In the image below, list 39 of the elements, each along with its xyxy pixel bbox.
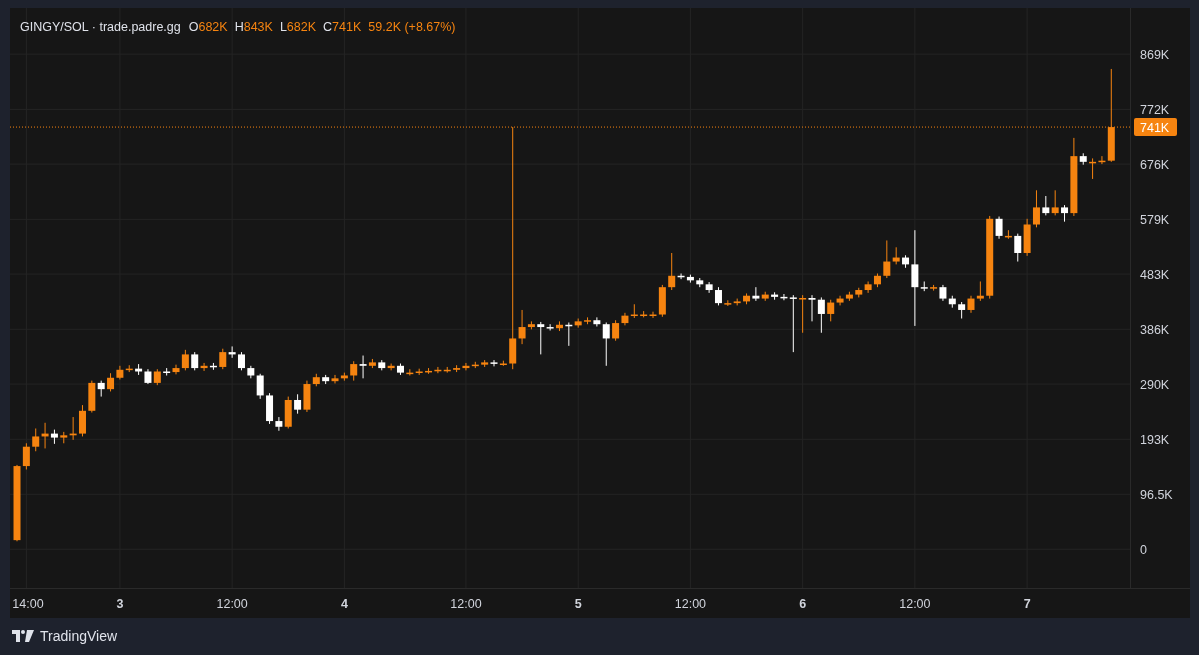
time-axis-label: 6	[799, 597, 807, 611]
candle	[238, 351, 245, 371]
time-axis-label: 3	[116, 597, 124, 611]
candle	[556, 320, 563, 332]
time-axis-label: 5	[574, 597, 582, 611]
ref-line-label: 741K	[1140, 120, 1170, 135]
last-price-badge: 741K	[1134, 118, 1177, 137]
time-axis-label: 12:00	[674, 597, 707, 611]
ohlc-value: 682K	[286, 20, 317, 34]
price-axis-label: 0	[1140, 542, 1147, 557]
price-axis-label: 579K	[1140, 212, 1170, 227]
ohlc-value: 843K	[243, 20, 273, 34]
symbol-title: GINGY/SOL · trade.padre.gg	[20, 20, 181, 34]
price-axis-label: 290K	[1140, 377, 1170, 392]
time-axis-label: 7	[1023, 597, 1031, 611]
time-axis-label: 12:00	[216, 597, 248, 611]
price-axis-label: 869K	[1140, 47, 1170, 62]
price-axis-label: 772K	[1140, 102, 1170, 117]
ohlc-label: H	[234, 20, 244, 34]
logo-icon	[12, 630, 34, 642]
price-change: 59.2K (+8.67%)	[368, 20, 456, 34]
candle	[715, 286, 722, 306]
ohlc-label: O	[188, 20, 199, 34]
price-axis-label: 193K	[1140, 432, 1170, 447]
ohlc-value: 741K	[332, 20, 362, 34]
candle	[79, 404, 86, 437]
ohlc-label: L	[279, 20, 287, 34]
price-axis-label: 483K	[1140, 267, 1170, 282]
brand-name: TradingView	[40, 628, 118, 644]
candle	[397, 363, 404, 376]
ohlc-label: C	[323, 20, 333, 34]
ohlc-value: 682K	[198, 20, 228, 34]
price-axis-label: 386K	[1140, 322, 1170, 337]
price-axis-label: 96.5K	[1140, 487, 1173, 502]
time-axis-label: 12:00	[450, 597, 482, 611]
time-axis-label: 4	[340, 597, 348, 611]
time-axis-label: 14:00	[12, 597, 44, 611]
price-axis-label: 676K	[1140, 157, 1170, 172]
time-axis-label: 12:00	[899, 597, 931, 611]
